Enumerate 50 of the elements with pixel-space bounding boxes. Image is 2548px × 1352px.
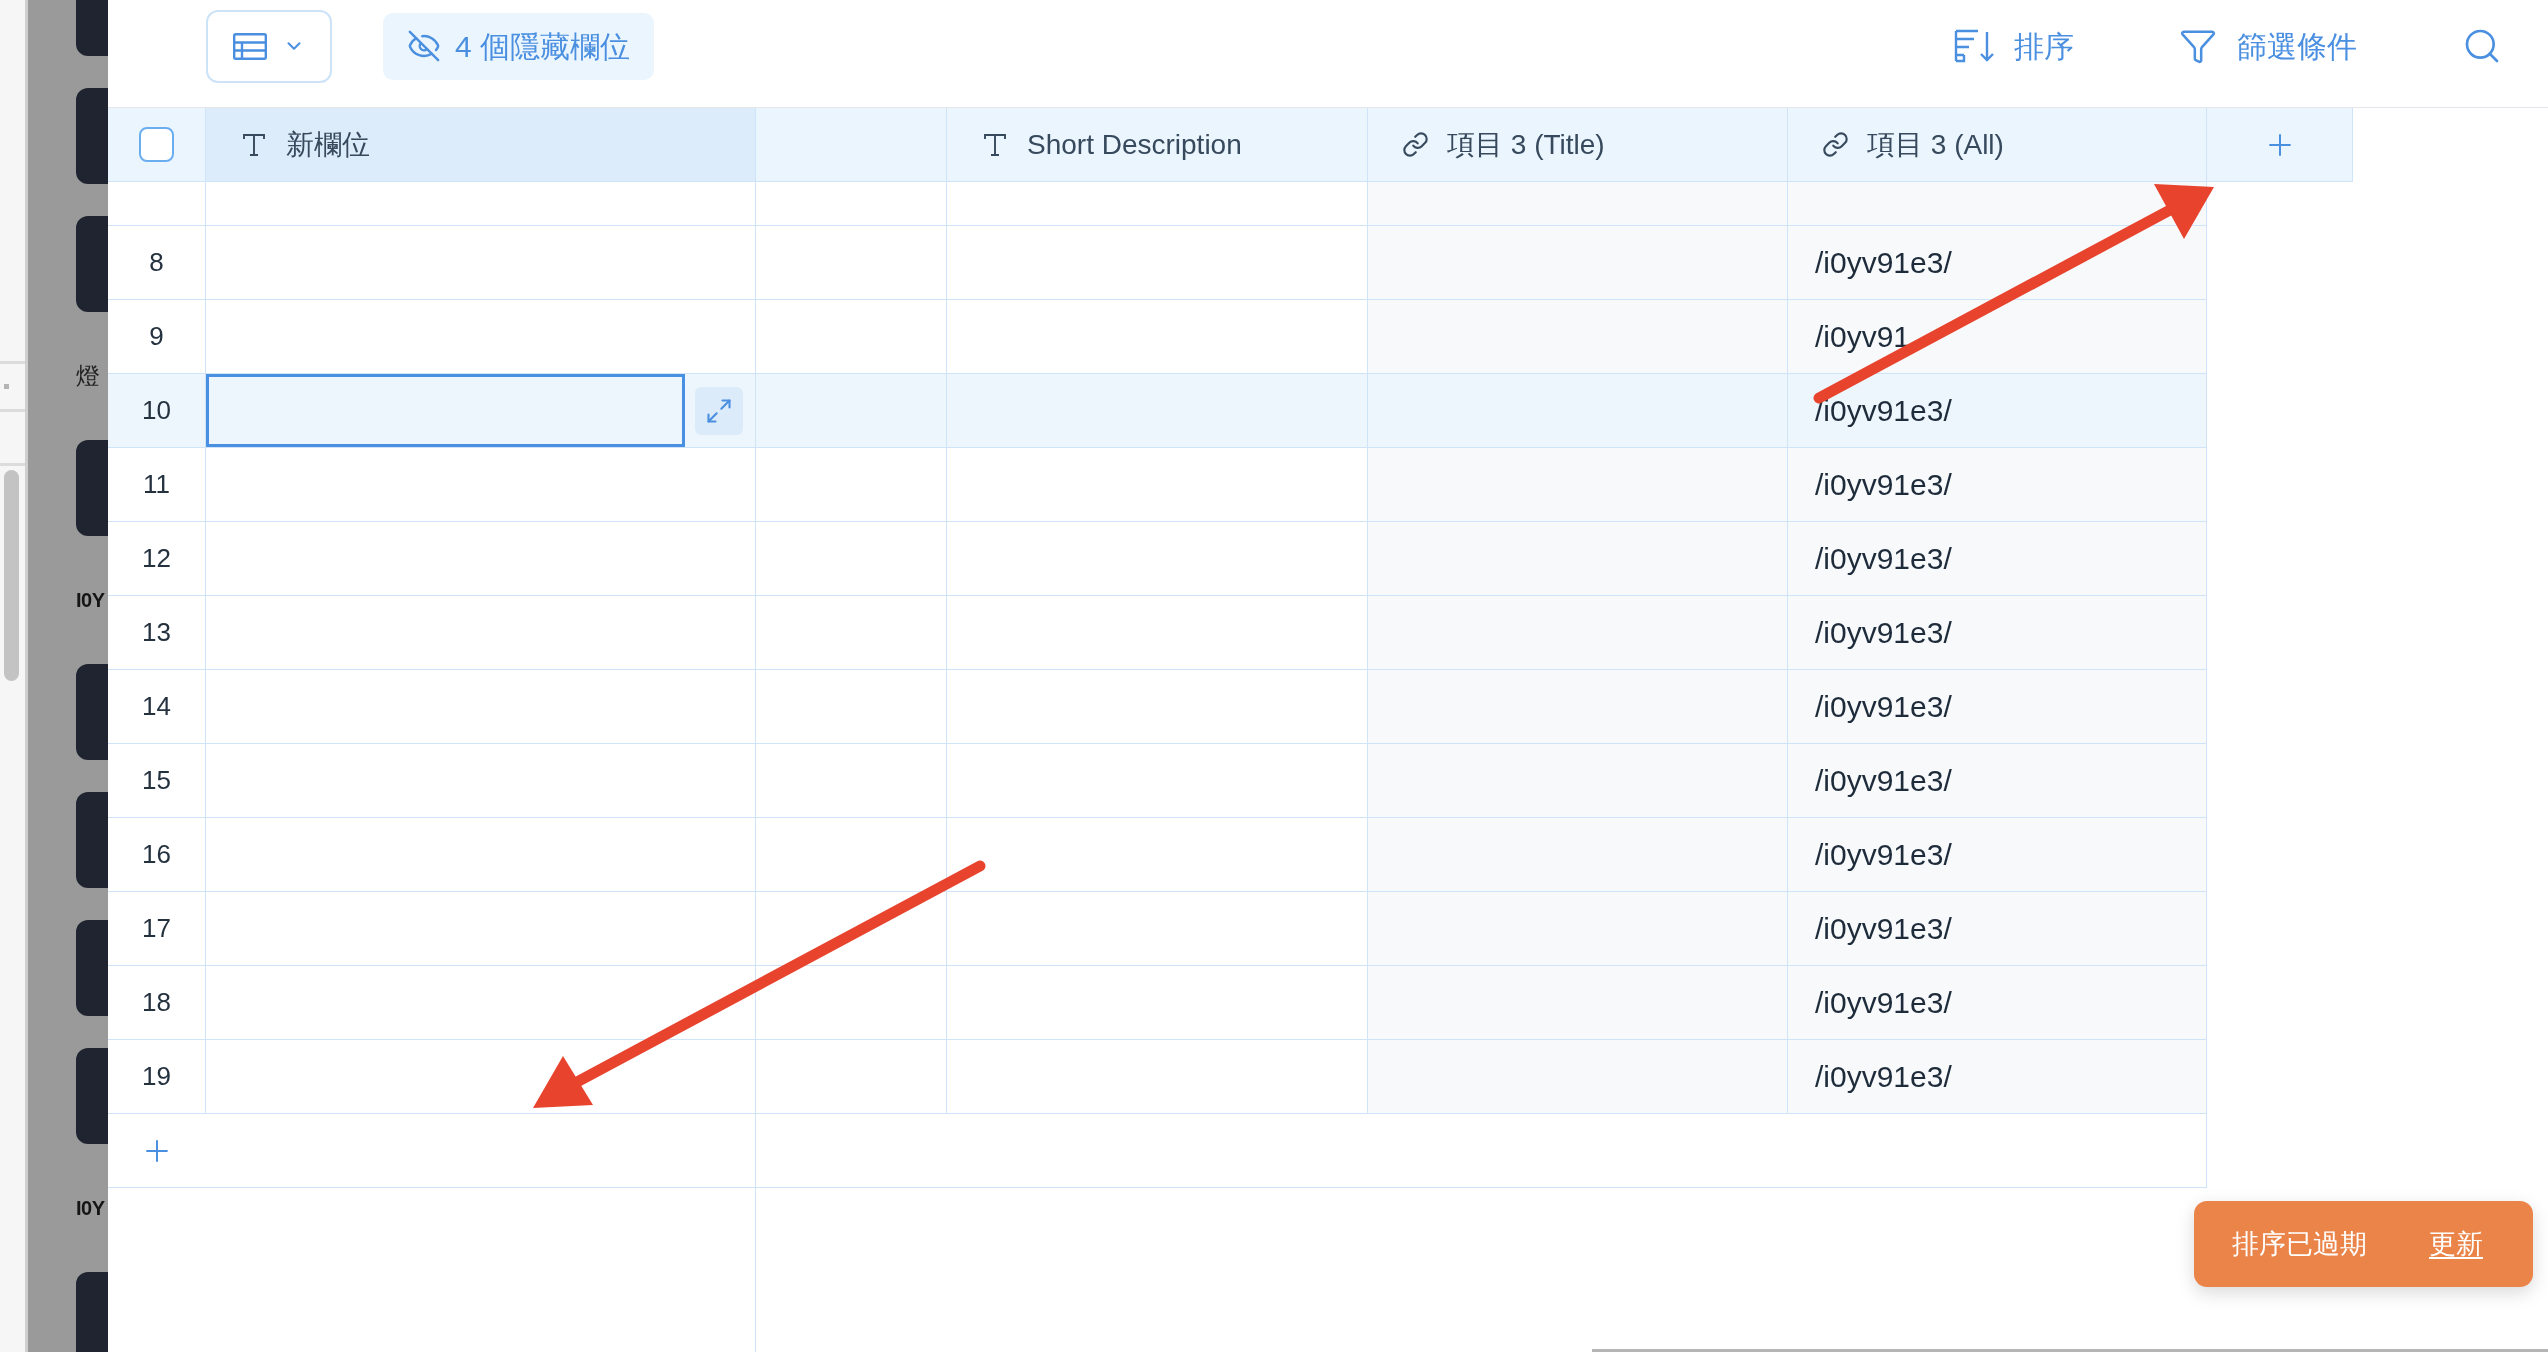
link-icon bbox=[1402, 131, 1429, 158]
toast-message: 排序已過期 bbox=[2232, 1227, 2367, 1261]
expand-icon bbox=[705, 396, 733, 425]
table-cell: /i0yv91e3/ bbox=[1788, 966, 2207, 1040]
table-cell: /i0yv91e3/ bbox=[1788, 670, 2207, 744]
table-row[interactable]: 10 /i0yv91e3/ bbox=[108, 374, 2207, 448]
section-label: 燈 bbox=[76, 364, 100, 388]
section-heading: I0Y bbox=[76, 1198, 105, 1218]
table-cell: /i0yv91e3/ bbox=[1788, 448, 2207, 522]
table-row[interactable]: 12 /i0yv91e3/ bbox=[108, 522, 2207, 596]
table-row[interactable]: 17 /i0yv91e3/ bbox=[108, 892, 2207, 966]
column-title: Short Description bbox=[1027, 127, 1242, 162]
column-header[interactable]: 新欄位 bbox=[206, 108, 756, 182]
add-column-button[interactable] bbox=[2207, 108, 2353, 182]
column-header[interactable]: Short Description bbox=[947, 108, 1368, 182]
column-title: 項目 3 (Title) bbox=[1447, 127, 1605, 162]
table-view-icon bbox=[233, 32, 267, 60]
table-cell: /i0yv91e3/ bbox=[1788, 892, 2207, 966]
column-title: 項目 3 (All) bbox=[1867, 127, 2004, 162]
cell-input-field[interactable] bbox=[206, 374, 685, 447]
table-cell: /i0yv91e3/ bbox=[1788, 818, 2207, 892]
table-row[interactable]: 19 /i0yv91e3/ bbox=[108, 1040, 2207, 1114]
column-header[interactable]: 項目 3 (All) bbox=[1788, 108, 2207, 182]
row-number: 19 bbox=[108, 1040, 206, 1114]
table-row[interactable]: 9 /i0yv91 bbox=[108, 300, 2207, 374]
table-cell: /i0yv91e3/ bbox=[1788, 226, 2207, 300]
table-row[interactable]: 13 /i0yv91e3/ bbox=[108, 596, 2207, 670]
table-row[interactable]: 18 /i0yv91e3/ bbox=[108, 966, 2207, 1040]
list-row bbox=[0, 409, 25, 466]
table-row[interactable]: 8 /i0yv91e3/ bbox=[108, 226, 2207, 300]
table-cell: /i0yv91e3/ bbox=[1788, 1040, 2207, 1114]
table-row[interactable]: 11 /i0yv91e3/ bbox=[108, 448, 2207, 522]
select-all-checkbox[interactable] bbox=[139, 127, 174, 162]
column-header[interactable]: 項目 3 (Title) bbox=[1368, 108, 1788, 182]
expand-button[interactable] bbox=[695, 386, 743, 435]
table-cell: /i0yv91 bbox=[1788, 300, 2207, 374]
link-icon bbox=[1822, 131, 1849, 158]
eye-off-icon bbox=[407, 29, 441, 63]
scrollbar[interactable] bbox=[4, 470, 19, 681]
filter-icon bbox=[2179, 27, 2217, 65]
table-cell: /i0yv91e3/ bbox=[1788, 522, 2207, 596]
table-cell: /i0yv91e3/ bbox=[1788, 744, 2207, 818]
sort-icon bbox=[1954, 28, 1994, 64]
column-title: 新欄位 bbox=[286, 127, 370, 162]
table-row[interactable]: 15 /i0yv91e3/ bbox=[108, 744, 2207, 818]
view-switcher-button[interactable] bbox=[206, 9, 332, 83]
table-row[interactable]: 16 /i0yv91e3/ bbox=[108, 818, 2207, 892]
table-row[interactable]: 14 /i0yv91e3/ bbox=[108, 670, 2207, 744]
section-heading: I0Y bbox=[76, 590, 105, 610]
table-cell: /i0yv91e3/ bbox=[1788, 596, 2207, 670]
